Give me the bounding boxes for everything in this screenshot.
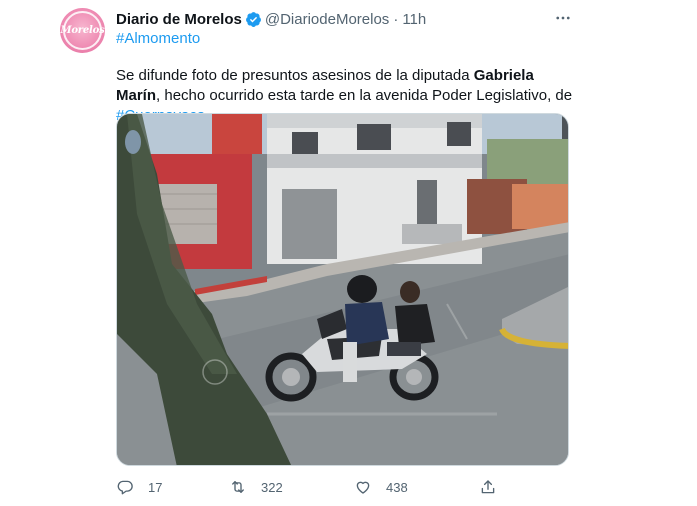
retweet-count: 322 <box>261 479 283 495</box>
tweet-photo[interactable] <box>116 113 569 466</box>
reply-icon <box>117 480 133 495</box>
like-button[interactable]: 438 <box>354 478 408 496</box>
more-icon[interactable] <box>552 8 574 28</box>
avatar-logo-text: Morelos <box>60 25 105 36</box>
avatar[interactable]: Morelos <box>60 8 105 53</box>
verified-badge-icon <box>245 11 261 27</box>
retweet-button[interactable]: 322 <box>229 478 283 496</box>
tweet-header: Diario de Morelos @DiariodeMorelos · 11h <box>116 9 426 29</box>
street-photo-image <box>117 114 568 465</box>
author-name[interactable]: Diario de Morelos <box>116 11 242 28</box>
share-button[interactable] <box>479 478 511 496</box>
reply-button[interactable]: 17 <box>116 478 162 496</box>
like-count: 438 <box>386 479 408 495</box>
retweet-icon <box>232 481 244 493</box>
tweet[interactable]: Morelos Diario de Morelos @DiariodeMorel… <box>0 0 697 506</box>
tweet-actions: 17 322 438 <box>116 478 516 502</box>
separator-dot: · <box>393 10 399 28</box>
timestamp[interactable]: 11h <box>402 11 426 28</box>
hashtag-almomento[interactable]: #Almomento <box>116 30 200 47</box>
tweet-text-part2: , hecho ocurrido esta tarde en la avenid… <box>156 87 573 104</box>
heart-icon <box>356 481 370 494</box>
tweet-text-part1: Se difunde foto de presuntos asesinos de… <box>116 67 474 84</box>
reply-count: 17 <box>148 479 163 495</box>
author-handle[interactable]: @DiariodeMorelos <box>265 11 389 28</box>
share-icon <box>481 480 495 494</box>
